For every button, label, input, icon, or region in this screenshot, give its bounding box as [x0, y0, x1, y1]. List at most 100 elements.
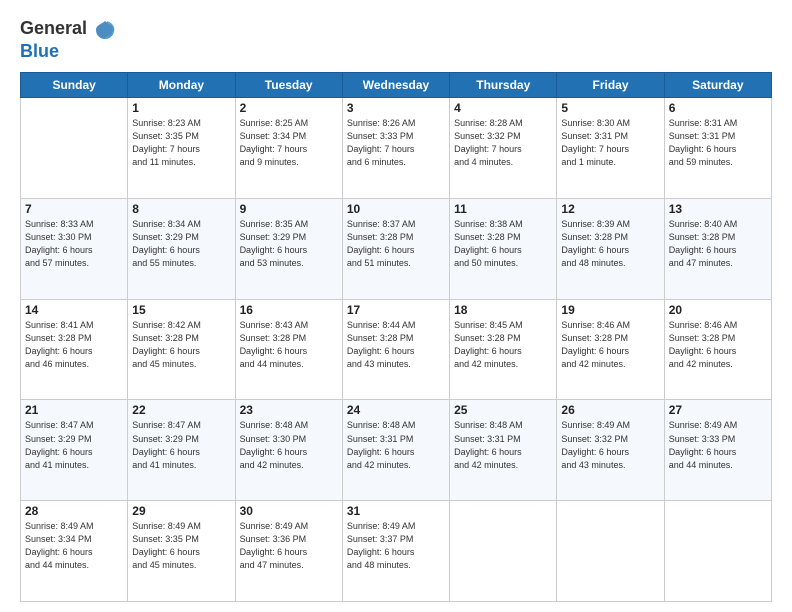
calendar-cell: 13 Sunrise: 8:40 AMSunset: 3:28 PMDayligh…: [664, 198, 771, 299]
calendar-week-row: 1Sunrise: 8:23 AMSunset: 3:35 PMDaylight…: [21, 98, 772, 199]
calendar-week-row: 14 Sunrise: 8:41 AMSunset: 3:28 PMDayligh…: [21, 299, 772, 400]
day-number: 4: [454, 101, 552, 115]
day-info: Sunrise: 8:43 AMSunset: 3:28 PMDaylight:…: [240, 319, 338, 371]
calendar-cell: 2Sunrise: 8:25 AMSunset: 3:34 PMDaylight…: [235, 98, 342, 199]
day-info: Sunrise: 8:49 AMSunset: 3:34 PMDaylight:…: [25, 520, 123, 572]
col-friday: Friday: [557, 73, 664, 98]
day-info: Sunrise: 8:45 AMSunset: 3:28 PMDaylight:…: [454, 319, 552, 371]
day-number: 13: [669, 202, 767, 216]
day-info: Sunrise: 8:48 AMSunset: 3:30 PMDaylight:…: [240, 419, 338, 471]
calendar-cell: 29 Sunrise: 8:49 AMSunset: 3:35 PMDayligh…: [128, 501, 235, 602]
day-info: Sunrise: 8:40 AMSunset: 3:28 PMDaylight:…: [669, 218, 767, 270]
calendar-cell: 16Sunrise: 8:43 AMSunset: 3:28 PMDayligh…: [235, 299, 342, 400]
day-info: Sunrise: 8:49 AMSunset: 3:32 PMDaylight:…: [561, 419, 659, 471]
calendar-cell: [21, 98, 128, 199]
day-number: 12: [561, 202, 659, 216]
col-wednesday: Wednesday: [342, 73, 449, 98]
day-info: Sunrise: 8:47 AMSunset: 3:29 PMDaylight:…: [25, 419, 123, 471]
day-number: 22: [132, 403, 230, 417]
day-number: 19: [561, 303, 659, 317]
day-info: Sunrise: 8:28 AMSunset: 3:32 PMDaylight:…: [454, 117, 552, 169]
day-info: Sunrise: 8:49 AMSunset: 3:35 PMDaylight:…: [132, 520, 230, 572]
calendar-cell: 12 Sunrise: 8:39 AMSunset: 3:28 PMDayligh…: [557, 198, 664, 299]
calendar-week-row: 28 Sunrise: 8:49 AMSunset: 3:34 PMDayligh…: [21, 501, 772, 602]
calendar-cell: 23 Sunrise: 8:48 AMSunset: 3:30 PMDayligh…: [235, 400, 342, 501]
logo-general: General: [20, 18, 87, 38]
calendar-cell: 21Sunrise: 8:47 AMSunset: 3:29 PMDayligh…: [21, 400, 128, 501]
day-info: Sunrise: 8:30 AMSunset: 3:31 PMDaylight:…: [561, 117, 659, 169]
day-number: 31: [347, 504, 445, 518]
day-info: Sunrise: 8:48 AMSunset: 3:31 PMDaylight:…: [347, 419, 445, 471]
calendar-cell: 11 Sunrise: 8:38 AMSunset: 3:28 PMDayligh…: [450, 198, 557, 299]
day-info: Sunrise: 8:49 AMSunset: 3:36 PMDaylight:…: [240, 520, 338, 572]
day-number: 10: [347, 202, 445, 216]
col-thursday: Thursday: [450, 73, 557, 98]
day-info: Sunrise: 8:33 AMSunset: 3:30 PMDaylight:…: [25, 218, 123, 270]
logo-bird-icon: [94, 19, 116, 41]
day-number: 18: [454, 303, 552, 317]
day-number: 29: [132, 504, 230, 518]
day-info: Sunrise: 8:46 AMSunset: 3:28 PMDaylight:…: [669, 319, 767, 371]
day-info: Sunrise: 8:31 AMSunset: 3:31 PMDaylight:…: [669, 117, 767, 169]
page: General Blue Sunday Monday Tuesday Wedne…: [0, 0, 792, 612]
day-info: Sunrise: 8:26 AMSunset: 3:33 PMDaylight:…: [347, 117, 445, 169]
day-info: Sunrise: 8:46 AMSunset: 3:28 PMDaylight:…: [561, 319, 659, 371]
calendar-cell: 7 Sunrise: 8:33 AMSunset: 3:30 PMDaylight…: [21, 198, 128, 299]
calendar-cell: 27 Sunrise: 8:49 AMSunset: 3:33 PMDayligh…: [664, 400, 771, 501]
calendar-cell: 4 Sunrise: 8:28 AMSunset: 3:32 PMDaylight…: [450, 98, 557, 199]
day-number: 5: [561, 101, 659, 115]
day-info: Sunrise: 8:48 AMSunset: 3:31 PMDaylight:…: [454, 419, 552, 471]
day-info: Sunrise: 8:44 AMSunset: 3:28 PMDaylight:…: [347, 319, 445, 371]
day-number: 28: [25, 504, 123, 518]
day-info: Sunrise: 8:49 AMSunset: 3:37 PMDaylight:…: [347, 520, 445, 572]
day-number: 23: [240, 403, 338, 417]
calendar-cell: [450, 501, 557, 602]
logo: General Blue: [20, 18, 116, 62]
day-number: 15: [132, 303, 230, 317]
calendar-cell: 5 Sunrise: 8:30 AMSunset: 3:31 PMDaylight…: [557, 98, 664, 199]
day-number: 27: [669, 403, 767, 417]
calendar-cell: 14 Sunrise: 8:41 AMSunset: 3:28 PMDayligh…: [21, 299, 128, 400]
day-number: 25: [454, 403, 552, 417]
day-info: Sunrise: 8:23 AMSunset: 3:35 PMDaylight:…: [132, 117, 230, 169]
calendar-cell: 31 Sunrise: 8:49 AMSunset: 3:37 PMDayligh…: [342, 501, 449, 602]
day-number: 30: [240, 504, 338, 518]
day-info: Sunrise: 8:41 AMSunset: 3:28 PMDaylight:…: [25, 319, 123, 371]
day-info: Sunrise: 8:37 AMSunset: 3:28 PMDaylight:…: [347, 218, 445, 270]
calendar-cell: 6Sunrise: 8:31 AMSunset: 3:31 PMDaylight…: [664, 98, 771, 199]
calendar-cell: 18 Sunrise: 8:45 AMSunset: 3:28 PMDayligh…: [450, 299, 557, 400]
calendar-cell: 1Sunrise: 8:23 AMSunset: 3:35 PMDaylight…: [128, 98, 235, 199]
calendar-cell: 26 Sunrise: 8:49 AMSunset: 3:32 PMDayligh…: [557, 400, 664, 501]
header: General Blue: [20, 18, 772, 62]
day-number: 14: [25, 303, 123, 317]
col-monday: Monday: [128, 73, 235, 98]
day-info: Sunrise: 8:38 AMSunset: 3:28 PMDaylight:…: [454, 218, 552, 270]
day-number: 3: [347, 101, 445, 115]
calendar-cell: [664, 501, 771, 602]
col-sunday: Sunday: [21, 73, 128, 98]
calendar-cell: 22 Sunrise: 8:47 AMSunset: 3:29 PMDayligh…: [128, 400, 235, 501]
day-number: 8: [132, 202, 230, 216]
calendar-week-row: 7 Sunrise: 8:33 AMSunset: 3:30 PMDaylight…: [21, 198, 772, 299]
day-info: Sunrise: 8:47 AMSunset: 3:29 PMDaylight:…: [132, 419, 230, 471]
day-number: 26: [561, 403, 659, 417]
col-tuesday: Tuesday: [235, 73, 342, 98]
day-info: Sunrise: 8:42 AMSunset: 3:28 PMDaylight:…: [132, 319, 230, 371]
calendar-cell: 8Sunrise: 8:34 AMSunset: 3:29 PMDaylight…: [128, 198, 235, 299]
calendar-cell: 15 Sunrise: 8:42 AMSunset: 3:28 PMDayligh…: [128, 299, 235, 400]
calendar-cell: 17 Sunrise: 8:44 AMSunset: 3:28 PMDayligh…: [342, 299, 449, 400]
day-number: 9: [240, 202, 338, 216]
calendar-cell: 20 Sunrise: 8:46 AMSunset: 3:28 PMDayligh…: [664, 299, 771, 400]
day-info: Sunrise: 8:35 AMSunset: 3:29 PMDaylight:…: [240, 218, 338, 270]
day-number: 2: [240, 101, 338, 115]
logo-blue: Blue: [20, 41, 59, 61]
day-number: 17: [347, 303, 445, 317]
day-number: 20: [669, 303, 767, 317]
day-info: Sunrise: 8:39 AMSunset: 3:28 PMDaylight:…: [561, 218, 659, 270]
calendar-cell: 30 Sunrise: 8:49 AMSunset: 3:36 PMDayligh…: [235, 501, 342, 602]
day-number: 11: [454, 202, 552, 216]
day-info: Sunrise: 8:49 AMSunset: 3:33 PMDaylight:…: [669, 419, 767, 471]
col-saturday: Saturday: [664, 73, 771, 98]
calendar-week-row: 21Sunrise: 8:47 AMSunset: 3:29 PMDayligh…: [21, 400, 772, 501]
day-number: 7: [25, 202, 123, 216]
